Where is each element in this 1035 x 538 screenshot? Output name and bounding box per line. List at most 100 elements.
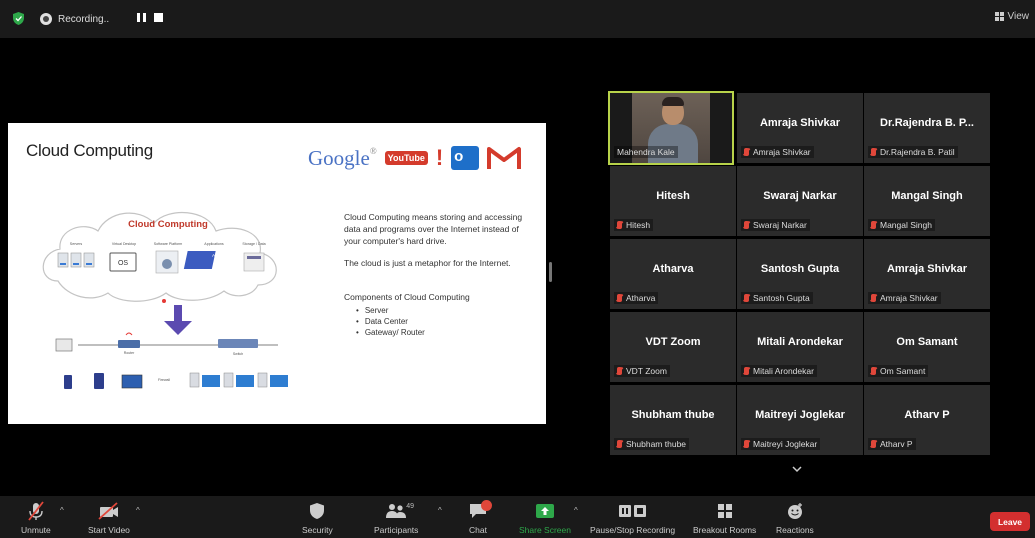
participant-tile[interactable]: VDT Zoom VDT Zoom <box>610 312 736 382</box>
share-screen-icon <box>535 504 554 518</box>
participant-name: Maitreyi Joglekar <box>755 409 845 421</box>
mic-muted-icon <box>871 221 876 229</box>
pause-recording-icon[interactable] <box>137 13 146 22</box>
start-video-button[interactable]: Start Video <box>88 500 130 535</box>
audio-options-chevron-icon[interactable]: ^ <box>60 506 64 515</box>
participant-label-text: Dr.Rajendra B. Patil <box>880 147 955 157</box>
mic-muted-icon <box>744 148 749 156</box>
video-off-icon <box>98 502 118 520</box>
participant-tile[interactable]: Om Samant Om Samant <box>864 312 990 382</box>
participants-label: Participants <box>374 525 419 535</box>
yahoo-logo: ! <box>435 145 444 170</box>
google-logo: Google® <box>308 145 377 170</box>
svg-text:APPS: APPS <box>212 253 224 258</box>
participant-tile[interactable]: Maitreyi Joglekar Maitreyi Joglekar <box>737 385 863 455</box>
participant-label-text: Shubham thube <box>626 439 687 449</box>
participant-tile[interactable]: Shubham thube Shubham thube <box>610 385 736 455</box>
share-screen-label: Share Screen <box>519 525 571 535</box>
share-screen-button[interactable]: Share Screen <box>519 500 571 535</box>
participant-label: VDT Zoom <box>614 365 670 377</box>
mic-muted-icon <box>617 294 622 302</box>
participant-label-text: Om Samant <box>880 366 926 376</box>
participant-tile[interactable]: Amraja Shivkar Amraja Shivkar <box>737 93 863 163</box>
participant-name: Om Samant <box>896 336 958 348</box>
security-shield-icon <box>310 503 325 519</box>
participant-video-tile[interactable]: Mahendra Kale <box>608 91 734 165</box>
participant-label: Swaraj Narkar <box>741 219 810 231</box>
participant-tile[interactable]: Amraja Shivkar Amraja Shivkar <box>864 239 990 309</box>
participant-label: Atharv P <box>868 438 916 450</box>
view-button[interactable]: View <box>994 11 1030 22</box>
pause-stop-recording-label: Pause/Stop Recording <box>590 525 676 535</box>
video-options-chevron-icon[interactable]: ^ <box>136 506 140 515</box>
svg-text:Firewall: Firewall <box>158 378 170 382</box>
security-button[interactable]: Security <box>302 500 333 535</box>
participant-tile[interactable]: Dr.Rajendra B. P... Dr.Rajendra B. Patil <box>864 93 990 163</box>
slide-paragraph-1: Cloud Computing means storing and access… <box>344 212 523 246</box>
participant-tile[interactable]: Mitali Arondekar Mitali Arondekar <box>737 312 863 382</box>
participant-video-person <box>648 124 698 163</box>
mic-muted-icon <box>617 440 622 448</box>
participant-label-text: Amraja Shivkar <box>753 147 811 157</box>
cloud-computing-diagram: Cloud Computing Servers Virtual Desktop … <box>42 211 288 389</box>
participants-options-chevron-icon[interactable]: ^ <box>438 506 442 515</box>
mic-muted-icon <box>744 294 749 302</box>
components-title: Components of Cloud Computing <box>344 292 470 302</box>
recording-label: Recording.. <box>58 13 110 25</box>
participant-name: Swaraj Narkar <box>763 190 837 202</box>
storage-icon <box>243 252 265 272</box>
participant-label-text: Mahendra Kale <box>617 147 675 157</box>
printer-icon <box>55 338 73 352</box>
mic-muted-icon <box>744 367 749 375</box>
participant-tile[interactable]: Swaraj Narkar Swaraj Narkar <box>737 166 863 236</box>
participant-name: Amraja Shivkar <box>886 263 968 275</box>
tablet-icon <box>94 373 104 389</box>
gallery-scroll-down-icon[interactable] <box>790 462 804 476</box>
mic-muted-icon <box>871 148 876 156</box>
participant-tile[interactable]: Hitesh Hitesh <box>610 166 736 236</box>
stop-recording-icon[interactable] <box>154 13 163 22</box>
reactions-button[interactable]: Reactions <box>776 500 814 535</box>
slide-title: Cloud Computing <box>26 141 153 160</box>
participant-name: Amraja Shivkar <box>759 117 841 129</box>
component-item: Gateway/ Router <box>356 327 530 338</box>
participant-name: Santosh Gupta <box>760 263 840 275</box>
mic-muted-icon <box>744 221 749 229</box>
share-options-chevron-icon[interactable]: ^ <box>574 506 578 515</box>
outlook-logo <box>451 146 480 170</box>
participant-label: Hitesh <box>614 219 654 231</box>
participant-label-text: Hitesh <box>626 220 651 230</box>
svg-text:Router: Router <box>124 351 135 355</box>
participant-label: Mitali Arondekar <box>741 365 817 377</box>
participant-tile[interactable]: Mangal Singh Mangal Singh <box>864 166 990 236</box>
gmail-logo <box>487 147 522 169</box>
mic-muted-icon <box>871 367 876 375</box>
encryption-shield-icon[interactable] <box>13 12 24 25</box>
diagram-label-applications: Applications <box>204 242 224 246</box>
mic-muted-icon <box>871 294 876 302</box>
reactions-label: Reactions <box>776 525 814 535</box>
components-list: Server Data Center Gateway/ Router <box>344 305 530 338</box>
security-label: Security <box>302 525 333 535</box>
participant-tile[interactable]: Atharv P Atharv P <box>864 385 990 455</box>
participant-label-text: Santosh Gupta <box>753 293 810 303</box>
view-label: View <box>1007 11 1030 22</box>
diagram-label-virtual-desktop: Virtual Desktop <box>112 242 136 246</box>
participant-name: Dr.Rajendra B. P... <box>880 117 974 129</box>
breakout-rooms-label: Breakout Rooms <box>693 525 757 535</box>
mic-muted-icon <box>617 221 622 229</box>
breakout-rooms-button[interactable]: Breakout Rooms <box>693 500 756 535</box>
pause-stop-recording-button[interactable]: Pause/Stop Recording <box>590 500 675 535</box>
split-view-handle[interactable] <box>549 262 552 282</box>
chat-button[interactable]: Chat <box>468 500 492 535</box>
participant-label: Maitreyi Joglekar <box>741 438 821 450</box>
unmute-button[interactable]: Unmute <box>21 500 51 535</box>
participant-tile[interactable]: Atharva Atharva <box>610 239 736 309</box>
participant-name: VDT Zoom <box>645 336 701 348</box>
participant-tile[interactable]: Santosh Gupta Santosh Gupta <box>737 239 863 309</box>
participant-label-text: Atharva <box>626 293 656 303</box>
leave-button[interactable]: Leave <box>990 512 1030 531</box>
chat-label: Chat <box>469 525 487 535</box>
participants-button[interactable]: 49 Participants <box>374 500 418 535</box>
participant-label: Atharva <box>614 292 659 304</box>
